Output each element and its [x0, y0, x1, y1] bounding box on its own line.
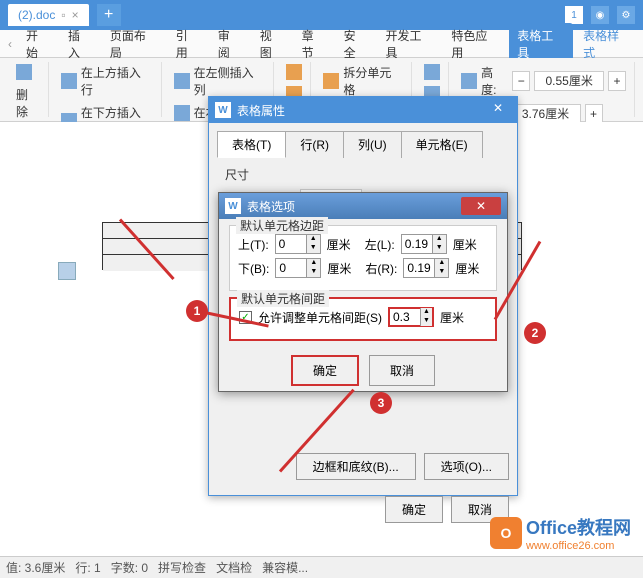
- right-unit: 厘米: [455, 260, 479, 277]
- spacing-label: 默认单元格间距: [237, 290, 329, 307]
- tab-table[interactable]: 表格(T): [217, 131, 286, 158]
- tab-row[interactable]: 行(R): [285, 131, 344, 158]
- menu-back-icon[interactable]: ‹: [4, 37, 16, 51]
- merge-cells[interactable]: [282, 62, 306, 82]
- delete-button[interactable]: [12, 62, 44, 82]
- menu-bar: ‹ 开始 插入 页面布局 引用 审阅 视图 章节 安全 开发工具 特色应用 表格…: [0, 30, 643, 58]
- top-unit: 厘米: [327, 236, 351, 253]
- col-right-icon: [174, 105, 190, 121]
- right-input[interactable]: ▲▼: [403, 258, 449, 278]
- options-titlebar[interactable]: W 表格选项 ✕: [219, 193, 507, 219]
- height-row: 高度: − 0.55厘米 +: [457, 62, 630, 100]
- status-value: 值: 3.6厘米: [6, 559, 65, 576]
- status-wordcount: 字数: 0: [111, 559, 148, 576]
- height-label: 高度:: [481, 64, 508, 98]
- wps-icon: W: [225, 198, 241, 214]
- annotation-badge-3: 3: [370, 392, 392, 414]
- watermark: O Office教程网 www.office26.com: [490, 514, 631, 552]
- status-line: 行: 1: [75, 559, 100, 576]
- wps-icon: W: [215, 102, 231, 118]
- dialog-tabs: 表格(T) 行(R) 列(U) 单元格(E): [209, 123, 517, 158]
- tab-cell[interactable]: 单元格(E): [401, 131, 483, 158]
- autofit-1[interactable]: [420, 62, 444, 82]
- allow-spacing-label: 允许调整单元格间距(S): [258, 309, 382, 326]
- settings-icon[interactable]: ⚙: [617, 6, 635, 24]
- split-cell[interactable]: 拆分单元格: [319, 62, 407, 100]
- annotation-badge-2: 2: [524, 322, 546, 344]
- cloud-icon[interactable]: ◉: [591, 6, 609, 24]
- autofit-icon: [424, 64, 440, 80]
- height-input[interactable]: 0.55厘米: [534, 71, 604, 91]
- close-icon[interactable]: ✕: [461, 197, 501, 215]
- width-plus[interactable]: +: [585, 104, 603, 124]
- status-bar: 值: 3.6厘米 行: 1 字数: 0 拼写检查 文档检 兼容模...: [0, 556, 643, 578]
- margins-label: 默认单元格边距: [236, 217, 328, 234]
- spacing-group: 默认单元格间距 ✓ 允许调整单元格间距(S) ▲▼ 厘米: [229, 297, 497, 341]
- close-tab-icon[interactable]: ×: [72, 8, 79, 22]
- merge-icon: [286, 64, 302, 80]
- tab-column[interactable]: 列(U): [343, 131, 402, 158]
- status-compat[interactable]: 兼容模...: [262, 559, 308, 576]
- top-label: 上(T):: [238, 236, 269, 253]
- width-input[interactable]: 3.76厘米: [511, 104, 581, 124]
- delete-label[interactable]: 删除: [12, 84, 44, 122]
- delete-icon: [16, 64, 32, 80]
- insert-col-left[interactable]: 在左侧插入列: [170, 62, 270, 100]
- options-cancel-button[interactable]: 取消: [369, 355, 435, 386]
- bottom-input[interactable]: ▲▼: [275, 258, 321, 278]
- page-thumbnail-icon[interactable]: [58, 262, 76, 280]
- bottom-label: 下(B):: [238, 260, 269, 277]
- status-spellcheck[interactable]: 拼写检查: [158, 559, 206, 576]
- options-ok-button[interactable]: 确定: [291, 355, 359, 386]
- insert-row-above[interactable]: 在上方插入行: [57, 62, 157, 100]
- watermark-brand: Office教程网: [526, 514, 631, 540]
- size-label: 尺寸: [225, 166, 501, 183]
- height-icon: [461, 73, 477, 89]
- margins-group: 默认单元格边距 上(T): ▲▼ 厘米 左(L): ▲▼ 厘米 下(B): ▲▼…: [229, 225, 497, 291]
- watermark-url: www.office26.com: [526, 540, 631, 552]
- left-input[interactable]: ▲▼: [401, 234, 447, 254]
- left-label: 左(L):: [365, 236, 395, 253]
- top-input[interactable]: ▲▼: [275, 234, 321, 254]
- status-doccheck[interactable]: 文档检: [216, 559, 252, 576]
- right-label: 右(R):: [365, 260, 397, 277]
- spacing-unit: 厘米: [440, 309, 464, 326]
- height-plus[interactable]: +: [608, 71, 626, 91]
- close-icon[interactable]: ✕: [493, 101, 511, 119]
- border-shading-button[interactable]: 边框和底纹(B)...: [296, 453, 416, 480]
- col-left-icon: [174, 73, 190, 89]
- watermark-logo-icon: O: [490, 517, 522, 549]
- tab-menu-icon[interactable]: ▫: [61, 8, 65, 22]
- dialog-title: 表格属性: [237, 102, 285, 119]
- options-button[interactable]: 选项(O)...: [424, 453, 509, 480]
- height-minus[interactable]: −: [512, 71, 530, 91]
- table-options-dialog: W 表格选项 ✕ 默认单元格边距 上(T): ▲▼ 厘米 左(L): ▲▼ 厘米…: [218, 192, 508, 392]
- left-unit: 厘米: [453, 236, 477, 253]
- badge-count[interactable]: 1: [565, 6, 583, 24]
- spacing-input[interactable]: ▲▼: [388, 307, 434, 327]
- row-above-icon: [61, 73, 77, 89]
- options-title: 表格选项: [247, 198, 295, 215]
- annotation-badge-1: 1: [186, 300, 208, 322]
- dialog-titlebar[interactable]: W 表格属性 ✕: [209, 97, 517, 123]
- split-icon: [323, 73, 339, 89]
- ok-button[interactable]: 确定: [385, 496, 443, 523]
- document-name: (2).doc: [18, 8, 55, 22]
- bottom-unit: 厘米: [327, 260, 351, 277]
